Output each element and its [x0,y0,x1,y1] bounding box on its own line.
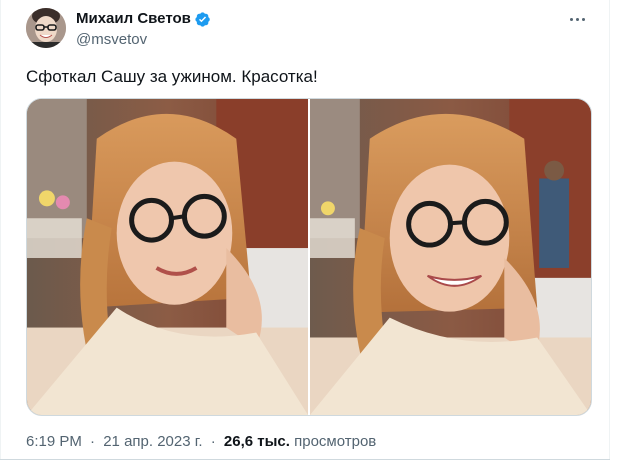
author-block: Михаил Светов @msvetov [76,10,211,49]
views-label: просмотров [294,433,377,450]
left-divider [0,0,1,460]
photo-2-image [310,99,591,415]
tweet-time[interactable]: 6:19 PM [26,433,82,450]
display-name[interactable]: Михаил Светов [76,10,191,28]
media-grid [26,98,592,416]
verified-badge-icon[interactable] [194,11,211,28]
tweet-date[interactable]: 21 апр. 2023 г. [103,433,202,450]
photo-1-image [27,99,308,415]
name-row: Михаил Светов [76,10,211,28]
right-divider [609,0,610,460]
author-handle[interactable]: @msvetov [76,31,211,49]
photo-2[interactable] [310,99,591,415]
tweet-card: Михаил Светов @msvetov Сфоткал Сашу за у… [0,0,618,460]
tweet-meta: 6:19 PM · 21 апр. 2023 г. · 26,6 тыс. пр… [26,432,376,452]
more-horizontal-icon [568,17,586,21]
tweet-text: Сфоткал Сашу за ужином. Красотка! [26,67,318,86]
views-count[interactable]: 26,6 тыс. [224,433,290,450]
avatar-photo [26,8,66,48]
meta-separator: · [90,433,96,450]
meta-separator-2: · [210,433,216,450]
more-options-button[interactable] [562,8,592,30]
avatar[interactable] [26,8,66,48]
photo-1[interactable] [27,99,308,415]
